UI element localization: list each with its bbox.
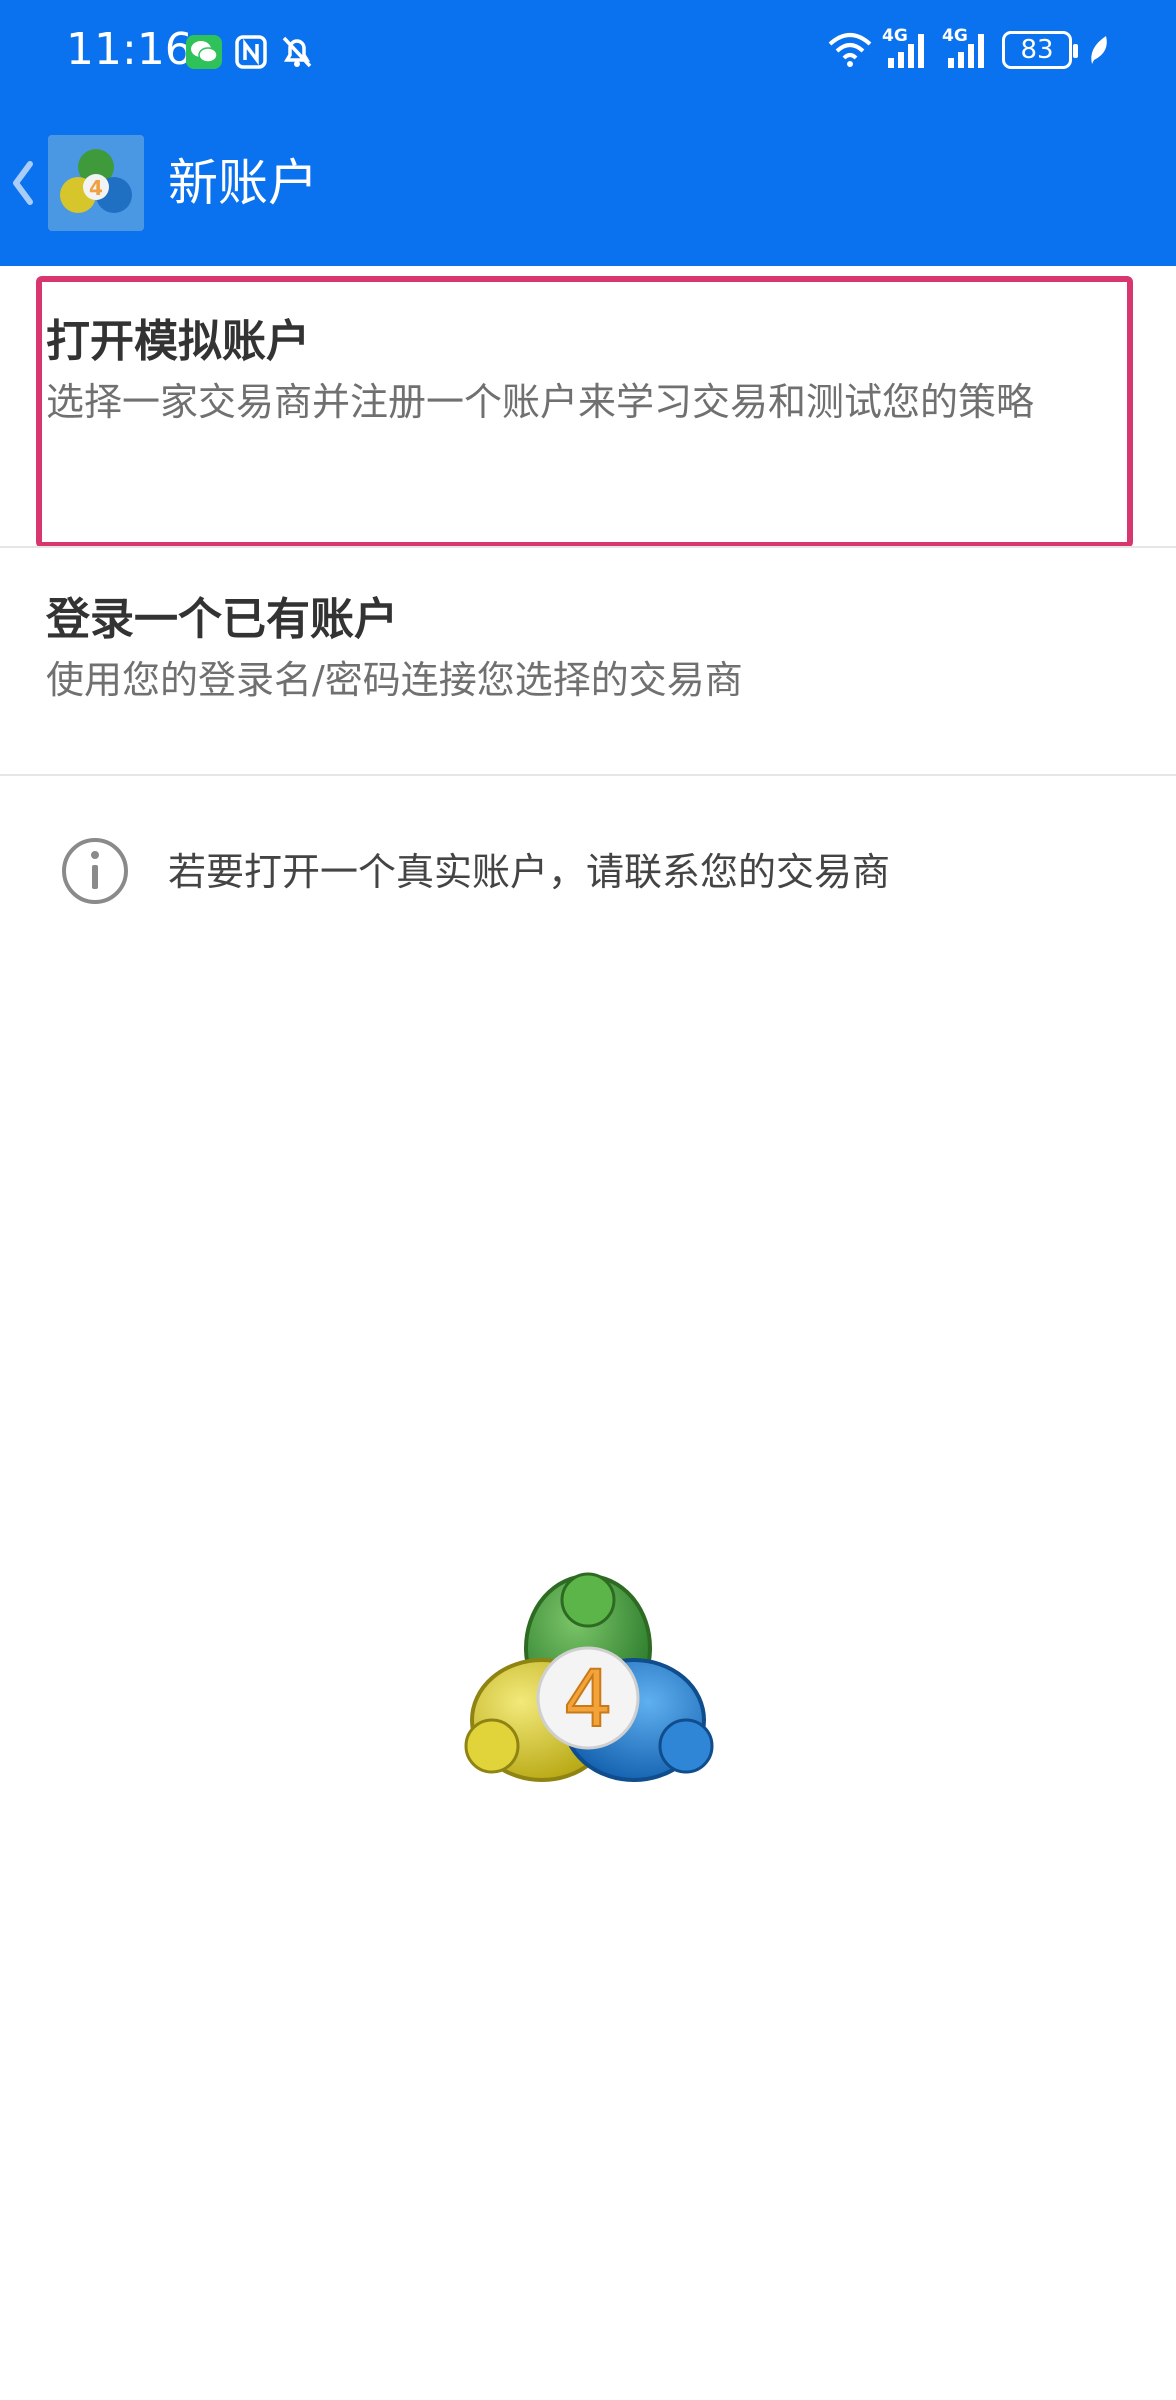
status-time: 11:16: [66, 24, 193, 75]
svg-text:4: 4: [89, 176, 103, 200]
wifi-icon: [828, 33, 872, 67]
info-text: 若要打开一个真实账户，请联系您的交易商: [168, 850, 891, 894]
status-right-icons: 4G 4G 83: [828, 24, 1110, 76]
signal-4g-icon: 4G: [942, 26, 992, 72]
info-icon: [62, 838, 128, 904]
status-left-icons: [186, 30, 314, 74]
wechat-icon: [186, 35, 222, 69]
metatrader4-logo-icon: 4: [464, 1572, 714, 1782]
mute-notification-icon: [282, 36, 312, 68]
open-demo-account-item[interactable]: 打开模拟账户 选择一家交易商并注册一个账户来学习交易和测试您的策略: [0, 266, 1176, 546]
item-title: 登录一个已有账户: [46, 594, 398, 645]
status-bar: 11:16 4G 4G 83: [0, 0, 1176, 100]
leaf-icon: [1091, 36, 1107, 64]
item-title: 打开模拟账户: [46, 316, 310, 367]
logo-badge-number: 4: [563, 1655, 613, 1745]
signal-4g-icon: 4G: [882, 26, 932, 72]
item-subtitle: 使用您的登录名/密码连接您选择的交易商: [46, 658, 743, 702]
battery-level: 83: [1020, 35, 1054, 65]
metatrader4-logo-icon[interactable]: 4: [48, 135, 144, 231]
item-subtitle: 选择一家交易商并注册一个账户来学习交易和测试您的策略: [46, 380, 1035, 424]
page-title: 新账户: [168, 154, 318, 212]
battery-icon: 83: [1002, 31, 1078, 69]
nfc-icon: [235, 35, 267, 69]
chevron-left-icon[interactable]: [10, 158, 36, 208]
app-bar: 11:16 4G 4G 83 4 新账户: [0, 0, 1176, 266]
login-existing-account-item[interactable]: 登录一个已有账户 使用您的登录名/密码连接您选择的交易商: [0, 546, 1176, 776]
real-account-info: 若要打开一个真实账户，请联系您的交易商: [0, 820, 1176, 920]
